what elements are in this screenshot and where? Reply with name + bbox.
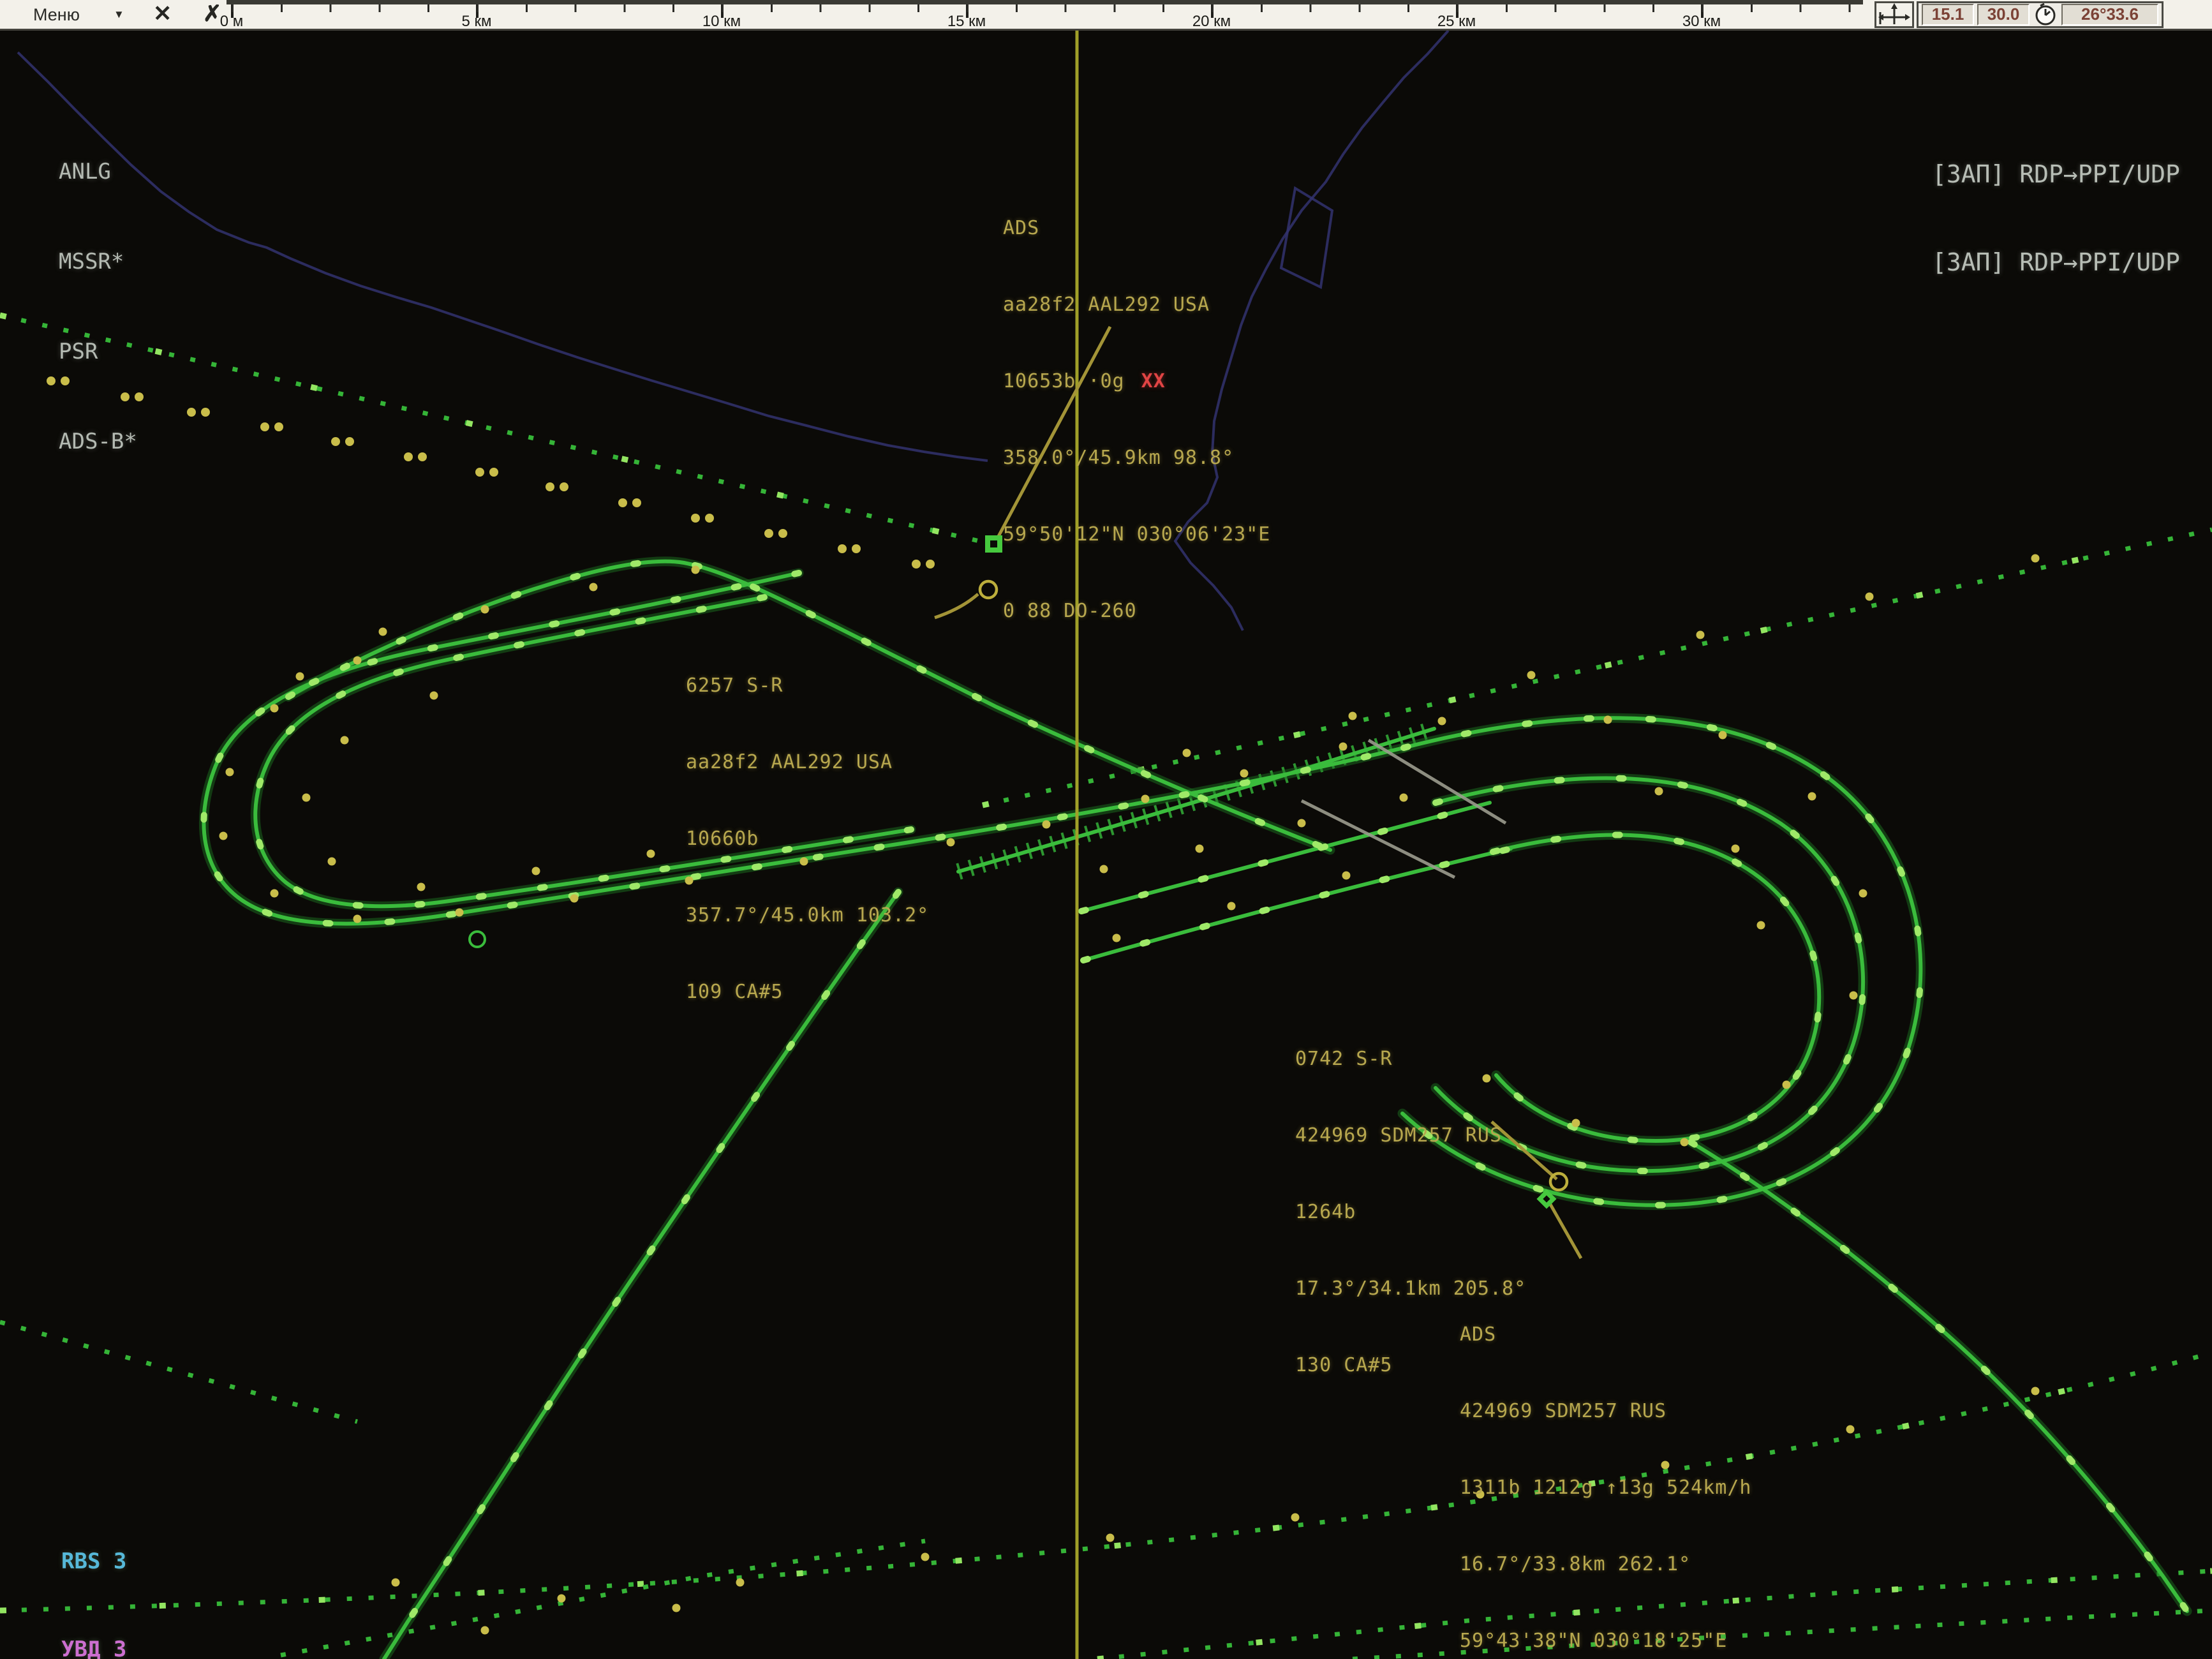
close-icon[interactable]: ✕ — [153, 1, 172, 27]
radar-display: ANLG MSSR* PSR ADS-B* [ЗАП] RDP→PPI/UDP … — [0, 0, 2212, 1659]
ruler-label: 25 км — [1437, 13, 1476, 31]
label-line: 1264b — [1295, 1200, 1526, 1225]
ads-position-marker[interactable] — [980, 581, 997, 598]
sensor-status-list: ANLG MSSR* PSR ADS-B* — [59, 97, 137, 517]
ads-label-aal292[interactable]: ADS aa28f2 AAL292 USA 10653b ·0gXX 358.0… — [1003, 165, 1270, 675]
adsb-plot-pairs — [47, 376, 935, 569]
adsb-plots — [219, 554, 2040, 1635]
ruler-label: 10 км — [702, 13, 741, 31]
label-line: aa28f2 AAL292 USA — [686, 750, 929, 775]
ads-label-sdm257[interactable]: ADS 424969 SDM257 RUS 1311b 1212g ↑13g 5… — [1460, 1271, 1751, 1659]
menu-button[interactable]: Меню — [33, 5, 80, 25]
chevron-down-icon[interactable]: ▼ — [114, 8, 124, 21]
legend-item: RBS 3 — [61, 1547, 166, 1576]
ruler-label: 20 км — [1192, 13, 1231, 31]
label-line: 16.7°/33.8km 262.1° — [1460, 1552, 1751, 1577]
plot-count-legend: RBS 3 УВД 3 S 14 АЗН-В 12 — [61, 1488, 166, 1659]
sensor-item: ANLG — [59, 157, 137, 187]
toolbar: Меню ▼ ✕ ✗ 0 м 5 км 10 км 15 км 20 км 25… — [0, 0, 2212, 31]
label-line: 424969 SDM257 RUS — [1460, 1399, 1751, 1424]
ruler-label: 15 км — [947, 13, 986, 31]
label-line: 10653b ·0gXX — [1003, 369, 1270, 394]
track-label-aal292[interactable]: 6257 S-R aa28f2 AAL292 USA 10660b 357.7°… — [686, 622, 929, 1056]
crosshair-icon — [1876, 3, 1912, 26]
delete-track-icon[interactable]: ✗ — [203, 1, 221, 27]
record-status: [ЗАП] RDP→PPI/UDP [ЗАП] RDP→PPI/UDP — [1932, 101, 2180, 336]
ads-position-marker[interactable] — [1550, 1173, 1567, 1190]
radar-plot-marker-core — [990, 540, 997, 547]
ruler-label: 5 км — [461, 13, 491, 31]
label-line: 424969 SDM257 RUS — [1295, 1123, 1526, 1149]
label-line: 0742 S-R — [1295, 1046, 1526, 1072]
center-tool-button[interactable] — [1874, 1, 1914, 28]
label-line: aa28f2 AAL292 USA — [1003, 292, 1270, 318]
label-line: 6257 S-R — [686, 673, 929, 699]
ruler-label: 30 км — [1682, 13, 1721, 31]
label-line: 59°43'38"N 030°18'25"E — [1460, 1628, 1751, 1654]
clock-icon — [2033, 3, 2058, 26]
label-line: 109 CA#5 — [686, 979, 929, 1005]
alert-flag: XX — [1141, 370, 1166, 392]
sensor-item: MSSR* — [59, 247, 137, 277]
sensor-item: PSR — [59, 337, 137, 367]
label-line: 358.0°/45.9km 98.8° — [1003, 445, 1270, 471]
label-line: 10660b — [686, 826, 929, 852]
measure-readout-group: 15.1 30.0 26°33.6 — [1917, 1, 2164, 28]
sensor-item: ADS-B* — [59, 427, 137, 457]
ruler-label: 0 м — [220, 13, 244, 31]
record-status-line: [ЗАП] RDP→PPI/UDP — [1932, 248, 2180, 277]
azimuth-readout: 26°33.6 — [2061, 4, 2158, 26]
range-readout: 15.1 — [1922, 4, 1974, 26]
track-ring-marker[interactable] — [470, 932, 485, 947]
label-line: ADS — [1003, 216, 1270, 241]
label-line: ADS — [1460, 1322, 1751, 1348]
record-status-line: [ЗАП] RDP→PPI/UDP — [1932, 160, 2180, 189]
radar-tracks — [204, 562, 2187, 1659]
ruler-minor-ticks — [226, 4, 1863, 12]
scale-readout: 30.0 — [1977, 4, 2030, 26]
label-line: 0 88 DO-260 — [1003, 599, 1270, 624]
legend-item: УВД 3 — [61, 1635, 166, 1659]
label-line: 1311b 1212g ↑13g 524km/h — [1460, 1475, 1751, 1501]
range-ruler — [226, 0, 1863, 4]
label-line: 59°50'12"N 030°06'23"E — [1003, 522, 1270, 547]
label-line: 357.7°/45.0km 103.2° — [686, 903, 929, 928]
